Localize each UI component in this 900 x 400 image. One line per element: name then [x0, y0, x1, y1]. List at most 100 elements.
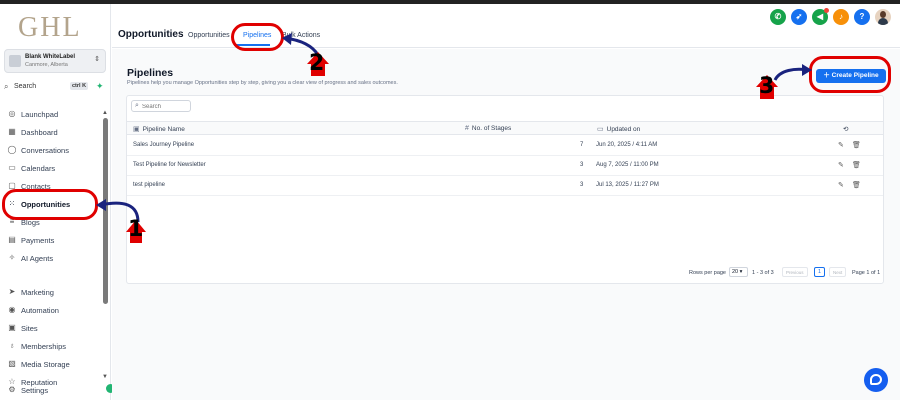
pipeline-name[interactable]: Sales Journey Pipeline — [133, 142, 194, 148]
account-switcher[interactable]: Blank WhiteLabel Canmore, Alberta ⇕ — [4, 49, 106, 73]
calendar-icon: ▭ — [597, 126, 604, 133]
annotation-number-1: 1 — [128, 217, 144, 242]
phone-icon[interactable]: ✆ — [770, 9, 786, 25]
column-header-name[interactable]: ▣ Pipeline Name — [133, 125, 185, 133]
rows-per-page-label: Rows per page — [689, 270, 726, 276]
tab-bulk-actions[interactable]: Bulk Actions — [282, 32, 320, 39]
sidebar-item-launchpad[interactable]: ◎ Launchpad — [7, 108, 102, 122]
sidebar-item-label: Sites — [21, 324, 38, 333]
sidebar-search[interactable]: ⌕ Search ctrl K ✦ — [4, 81, 106, 94]
search-icon: ⌕ — [4, 82, 9, 91]
brand-logo[interactable]: GHL — [18, 12, 82, 44]
help-icon[interactable]: ? — [854, 9, 870, 25]
sidebar-scrollbar[interactable] — [103, 118, 108, 304]
sidebar-item-label: AI Agents — [21, 254, 54, 263]
sidebar-item-label: Media Storage — [21, 360, 70, 369]
annotation-ring-pipelines-tab — [231, 23, 284, 51]
next-page-button[interactable]: Next — [829, 267, 847, 277]
user-avatar[interactable] — [875, 9, 891, 25]
text-field-icon: ▣ — [133, 126, 140, 133]
table-search-input[interactable] — [142, 102, 188, 111]
sidebar-item-label: Dashboard — [21, 128, 58, 137]
sidebar-item-label: Launchpad — [21, 110, 59, 119]
previous-page-button[interactable]: Previous — [782, 267, 808, 277]
pipeline-stages: 3 — [580, 162, 584, 168]
pipeline-updated: Aug 7, 2025 / 11:00 PM — [596, 162, 659, 168]
sidebar-item-settings[interactable]: ⚙ Settings — [7, 384, 102, 398]
sidebar-item-label: Marketing — [21, 288, 54, 297]
header-actions: ✆ ➶ ◀ ♪ ? — [770, 8, 891, 27]
sidebar-item-ai-agents[interactable]: ✧ AI Agents — [7, 252, 102, 266]
edit-icon[interactable]: ✎ — [838, 181, 844, 189]
sidebar-item-media-storage[interactable]: ▧ Media Storage — [7, 358, 102, 372]
pipeline-stages: 3 — [580, 182, 584, 188]
chat-icon: ◯ — [7, 145, 17, 154]
rows-per-page-select[interactable]: 20 ▾ — [729, 267, 748, 277]
pagination-range: 1 - 3 of 3 — [752, 270, 774, 276]
column-header-stages[interactable]: # No. of Stages — [465, 125, 511, 132]
pipeline-name[interactable]: Test Pipeline for Newsletter — [133, 162, 206, 168]
payments-icon: ▤ — [8, 235, 16, 244]
annotation-ring-create-pipeline — [809, 56, 891, 93]
edit-icon[interactable]: ✎ — [838, 141, 844, 149]
column-label: No. of Stages — [471, 125, 512, 132]
pipeline-name[interactable]: test pipeline — [133, 182, 165, 188]
table-row[interactable]: Sales Journey Pipeline 7 Jun 20, 2025 / … — [127, 136, 883, 156]
sites-icon: ▣ — [8, 323, 16, 332]
megaphone-icon[interactable]: ◀ — [812, 8, 829, 25]
table-row[interactable]: test pipeline 3 Jul 13, 2025 / 11:27 PM … — [127, 176, 883, 196]
table-row[interactable]: Test Pipeline for Newsletter 3 Aug 7, 20… — [127, 156, 883, 176]
account-location: Canmore, Alberta — [25, 62, 68, 68]
table-search[interactable]: ⌕ — [131, 100, 191, 112]
sparkle-icon[interactable]: ✦ — [96, 81, 104, 92]
top-header: Opportunities Opportunities Pipelines Bu… — [112, 4, 900, 48]
sidebar-item-automation[interactable]: ◉ Automation — [7, 304, 102, 318]
account-name: Blank WhiteLabel — [25, 54, 76, 60]
edit-icon[interactable]: ✎ — [838, 161, 844, 169]
sidebar-item-calendars[interactable]: ▭ Calendars — [7, 162, 102, 176]
scroll-up-arrow[interactable]: ▲ — [102, 110, 108, 116]
avatar-body — [878, 18, 888, 25]
trash-icon[interactable]: 🗑 — [852, 161, 861, 169]
trash-icon[interactable]: 🗑 — [852, 141, 861, 149]
calendar-icon: ▭ — [8, 163, 16, 172]
chat-widget-button[interactable] — [864, 368, 888, 392]
automation-icon: ◉ — [8, 305, 16, 314]
sidebar-item-label: Conversations — [21, 146, 69, 155]
avatar-head — [880, 11, 886, 18]
sidebar-item-marketing[interactable]: ➤ Marketing — [7, 286, 102, 300]
sidebar-item-label: Settings — [21, 386, 49, 395]
pipeline-stages: 7 — [580, 142, 584, 148]
launch-icon[interactable]: ➶ — [791, 9, 807, 25]
annotation-number-2: 2 — [309, 51, 325, 76]
pipelines-table-card: ⌕ ▣Pipeline Name #No. of Stages ▭Updated… — [126, 95, 884, 284]
ai-agents-icon: ✧ — [8, 253, 16, 262]
sidebar-item-label: Automation — [21, 306, 59, 315]
pagination: Rows per page 20 ▾ 1 - 3 of 3 Previous 1… — [127, 266, 883, 280]
pipeline-updated: Jul 13, 2025 / 11:27 PM — [596, 182, 659, 188]
column-header-updated[interactable]: ▭ Updated on — [597, 125, 640, 133]
tab-opportunities[interactable]: Opportunities — [188, 32, 230, 39]
table-header: ▣ Pipeline Name # No. of Stages ▭ Updated o… — [127, 121, 883, 135]
sidebar-item-sites[interactable]: ▣ Sites — [7, 322, 102, 336]
rows-per-page-value: 20 — [732, 269, 739, 275]
sidebar-item-conversations[interactable]: ◯ Conversations — [7, 144, 102, 158]
pipelines-heading: Pipelines — [127, 67, 174, 79]
page-number-button[interactable]: 1 — [814, 267, 825, 277]
chat-bubble-icon — [870, 374, 882, 385]
scroll-down-arrow[interactable]: ▼ — [102, 374, 108, 380]
sidebar-item-payments[interactable]: ▤ Payments — [7, 234, 102, 248]
media-icon: ▧ — [8, 359, 16, 368]
annotation-number-3: 3 — [759, 74, 775, 99]
trash-icon[interactable]: 🗑 — [852, 181, 861, 189]
main-content: Pipelines Pipelines help you manage Oppo… — [112, 49, 900, 400]
column-settings-icon[interactable]: ⟲ — [843, 125, 848, 133]
sidebar-item-dashboard[interactable]: ▦ Dashboard — [7, 126, 102, 140]
search-shortcut-badge: ctrl K — [70, 82, 89, 90]
bell-icon[interactable]: ♪ — [833, 9, 849, 25]
chevron-updown-icon: ⇕ — [94, 56, 100, 63]
sidebar-item-label: Calendars — [21, 164, 56, 173]
memberships-icon: ♁ — [9, 341, 15, 350]
sidebar-item-memberships[interactable]: ♁ Memberships — [7, 340, 102, 354]
notification-badge — [824, 8, 829, 13]
